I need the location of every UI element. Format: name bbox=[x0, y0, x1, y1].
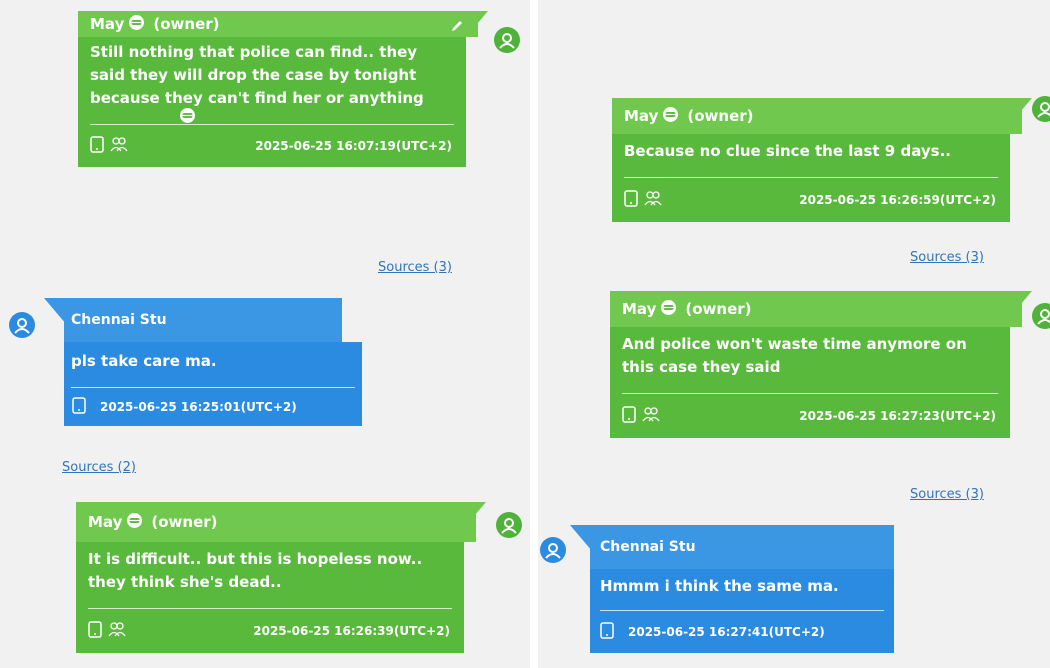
message-bubble-outgoing[interactable]: May (owner) Still nothing that police ca… bbox=[78, 11, 488, 167]
sender-role: (owner) bbox=[151, 513, 218, 531]
sender-role: (owner) bbox=[685, 300, 752, 318]
message-content: And police won't waste time anymore on t… bbox=[610, 327, 1010, 438]
phone-device-icon bbox=[90, 136, 104, 156]
phone-device-icon bbox=[600, 622, 614, 642]
grinning-emoji-icon bbox=[126, 512, 143, 533]
message-text: pls take care ma. bbox=[71, 352, 217, 370]
chat-panel-left: May (owner) Still nothing that police ca… bbox=[0, 0, 530, 668]
message-timestamp: 2025-06-25 16:07:19(UTC+2) bbox=[255, 139, 452, 153]
message-text: Hmmm i think the same ma. bbox=[600, 577, 839, 595]
group-chat-icon bbox=[108, 621, 126, 641]
phone-device-icon bbox=[72, 397, 86, 417]
message-header: May (owner) bbox=[610, 291, 1022, 327]
user-avatar-icon[interactable] bbox=[496, 512, 522, 538]
message-bubble-outgoing[interactable]: May (owner) Because no clue since the la… bbox=[612, 98, 1032, 222]
sender-name: May bbox=[88, 513, 123, 531]
edit-pencil-icon[interactable] bbox=[450, 19, 464, 37]
phone-device-icon bbox=[622, 406, 636, 426]
user-avatar-icon[interactable] bbox=[540, 537, 566, 563]
message-footer: 2025-06-25 16:26:59(UTC+2) bbox=[612, 178, 1010, 222]
message-header: May (owner) bbox=[612, 98, 1022, 134]
message-timestamp: 2025-06-25 16:27:41(UTC+2) bbox=[628, 625, 825, 639]
message-header: May (owner) bbox=[76, 502, 476, 542]
sources-link[interactable]: Sources (3) bbox=[910, 250, 984, 265]
sources-link[interactable]: Sources (3) bbox=[378, 260, 452, 275]
message-footer: 2025-06-25 16:27:23(UTC+2) bbox=[610, 394, 1010, 438]
message-bubble-incoming[interactable]: Chennai Stu Hmmm i think the same ma. 20… bbox=[570, 525, 894, 653]
message-text: Because no clue since the last 9 days.. bbox=[624, 142, 951, 160]
message-content: It is difficult.. but this is hopeless n… bbox=[76, 542, 464, 653]
group-chat-icon bbox=[110, 136, 128, 156]
user-avatar-icon[interactable] bbox=[1032, 96, 1050, 122]
group-chat-icon bbox=[642, 406, 660, 426]
sender-name: May bbox=[622, 300, 657, 318]
user-avatar-icon[interactable] bbox=[1032, 303, 1050, 329]
message-text: It is difficult.. but this is hopeless n… bbox=[88, 550, 423, 591]
message-timestamp: 2025-06-25 16:27:23(UTC+2) bbox=[799, 409, 996, 423]
message-content: Hmmm i think the same ma. 2025-06-25 16:… bbox=[590, 569, 894, 653]
sender-name: May bbox=[624, 107, 659, 125]
message-header: Chennai Stu bbox=[590, 525, 894, 569]
message-footer: 2025-06-25 16:25:01(UTC+2) bbox=[64, 388, 362, 426]
user-avatar-icon[interactable] bbox=[9, 312, 35, 338]
message-timestamp: 2025-06-25 16:25:01(UTC+2) bbox=[100, 400, 297, 414]
group-chat-icon bbox=[644, 190, 662, 210]
message-content: Because no clue since the last 9 days.. … bbox=[612, 134, 1010, 222]
sender-role: (owner) bbox=[687, 107, 754, 125]
sender-role: (owner) bbox=[153, 15, 220, 33]
message-content: Still nothing that police can find.. the… bbox=[78, 37, 466, 167]
user-avatar-icon[interactable] bbox=[494, 27, 520, 53]
message-footer: 2025-06-25 16:07:19(UTC+2) bbox=[78, 125, 466, 167]
sender-name: Chennai Stu bbox=[71, 312, 167, 328]
message-timestamp: 2025-06-25 16:26:59(UTC+2) bbox=[799, 193, 996, 207]
message-bubble-incoming[interactable]: Chennai Stu pls take care ma. 2025-06-25… bbox=[44, 298, 362, 426]
message-header: May (owner) bbox=[78, 11, 478, 37]
message-text: And police won't waste time anymore on t… bbox=[622, 335, 967, 376]
message-footer: 2025-06-25 16:26:39(UTC+2) bbox=[76, 609, 464, 653]
sources-link[interactable]: Sources (2) bbox=[62, 460, 136, 475]
message-header: Chennai Stu bbox=[64, 298, 342, 342]
message-bubble-outgoing[interactable]: May (owner) And police won't waste time … bbox=[610, 291, 1032, 438]
sender-name: Chennai Stu bbox=[600, 539, 696, 555]
sender-name: May bbox=[90, 15, 125, 33]
grinning-emoji-icon bbox=[660, 299, 677, 320]
message-content: pls take care ma. 2025-06-25 16:25:01(UT… bbox=[64, 342, 362, 426]
message-bubble-outgoing[interactable]: May (owner) It is difficult.. but this i… bbox=[76, 502, 486, 653]
sources-link[interactable]: Sources (3) bbox=[910, 487, 984, 502]
grinning-emoji-icon bbox=[128, 14, 145, 35]
phone-device-icon bbox=[88, 621, 102, 641]
chat-panel-right: May (owner) Because no clue since the la… bbox=[538, 0, 1050, 668]
message-footer: 2025-06-25 16:27:41(UTC+2) bbox=[590, 611, 894, 653]
message-timestamp: 2025-06-25 16:26:39(UTC+2) bbox=[253, 624, 450, 638]
phone-device-icon bbox=[624, 190, 638, 210]
grinning-emoji-icon bbox=[662, 106, 679, 127]
message-text: Still nothing that police can find.. the… bbox=[90, 43, 424, 107]
